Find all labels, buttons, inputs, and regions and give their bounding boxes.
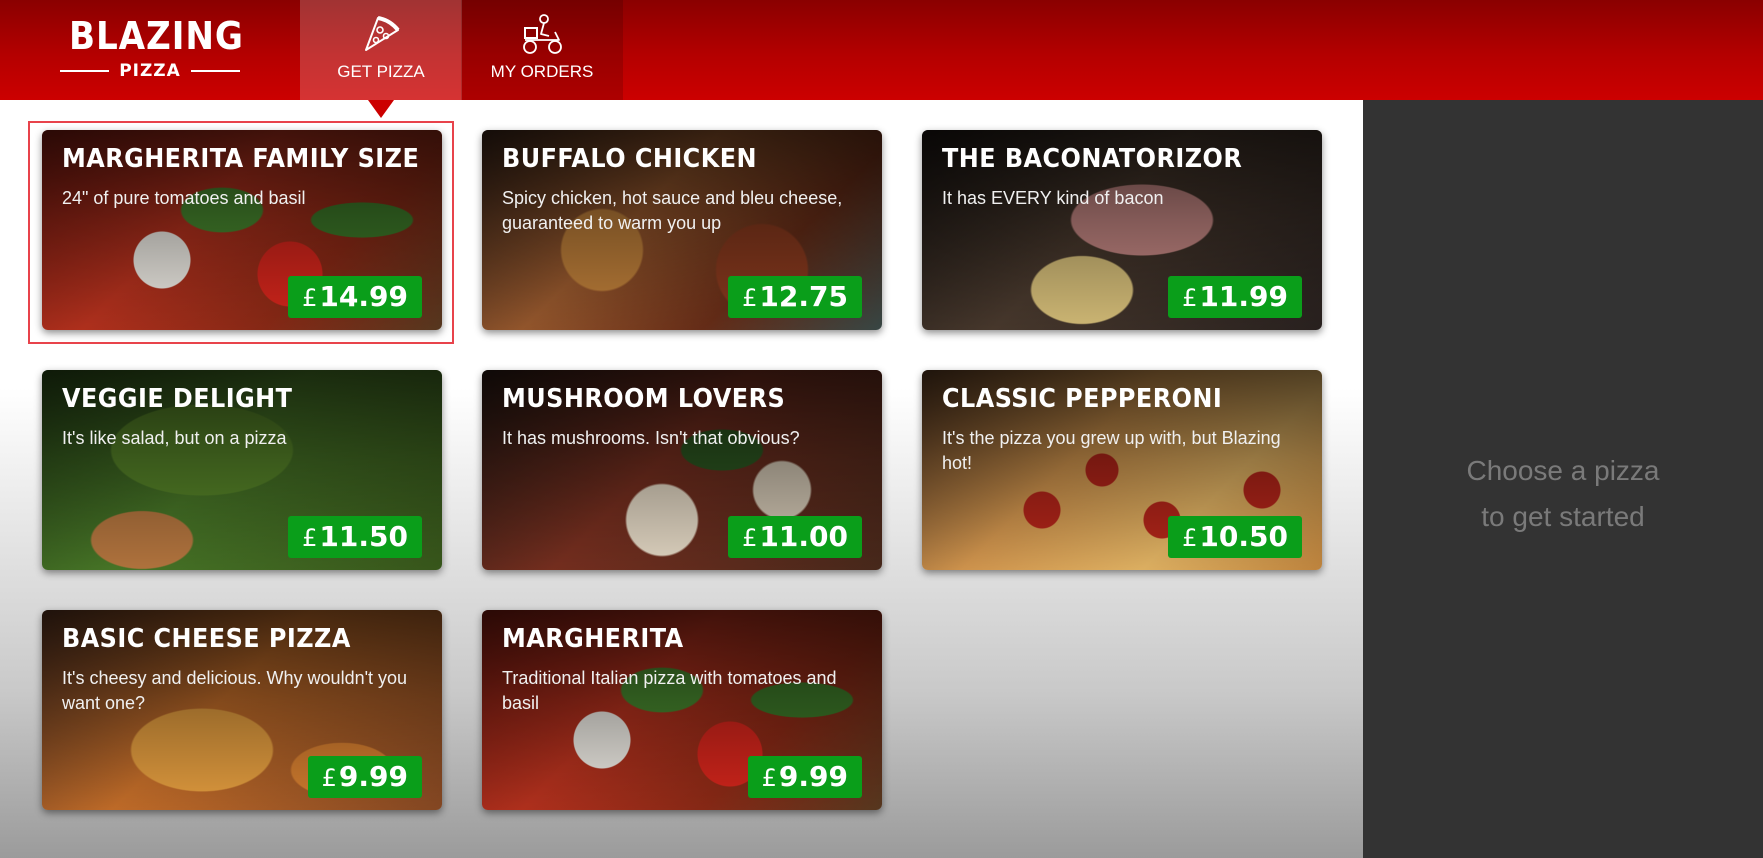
price-value: 14.99 [319, 280, 408, 313]
price-value: 11.99 [1199, 280, 1288, 313]
pizza-description: It's cheesy and delicious. Why wouldn't … [62, 668, 408, 713]
price-value: 9.99 [338, 760, 408, 793]
pizza-description: It's the pizza you grew up with, but Bla… [942, 428, 1281, 473]
pizza-name: THE BACONATORIZOR [942, 144, 1243, 174]
pizza-description: Traditional Italian pizza with tomatoes … [502, 668, 837, 713]
pizza-name: VEGGIE DELIGHT [62, 384, 293, 414]
price-badge: £11.50 [288, 516, 422, 558]
price-badge: £14.99 [288, 276, 422, 318]
pizza-slice-icon [365, 16, 400, 51]
price-badge: £9.99 [307, 756, 422, 798]
price-badge: £11.00 [728, 516, 862, 558]
pizza-description: It has mushrooms. Isn't that obvious? [502, 428, 800, 448]
pizza-card[interactable]: MARGHERITA Traditional Italian pizza wit… [482, 610, 882, 810]
pizza-name: BUFFALO CHICKEN [502, 144, 757, 174]
price-value: 9.99 [778, 760, 848, 793]
pizza-card[interactable]: THE BACONATORIZOR It has EVERY kind of b… [922, 130, 1322, 330]
currency-symbol: £ [742, 284, 758, 312]
price-value: 11.00 [759, 520, 848, 553]
empty-cart-line-1: Choose a pizza [1466, 455, 1660, 486]
active-tab-pointer [368, 100, 394, 118]
currency-symbol: £ [742, 524, 758, 552]
pizza-description: It's like salad, but on a pizza [62, 428, 287, 448]
currency-symbol: £ [1182, 524, 1198, 552]
tab-get-pizza-label: GET PIZZA [337, 62, 425, 81]
price-value: 11.50 [319, 520, 408, 553]
price-badge: £11.99 [1168, 276, 1302, 318]
pizza-card[interactable]: MUSHROOM LOVERS It has mushrooms. Isn't … [482, 370, 882, 570]
price-badge: £12.75 [728, 276, 862, 318]
top-bar: BLAZING PIZZA GET PIZZA MY ORDERS [0, 0, 1763, 100]
currency-symbol: £ [1182, 284, 1198, 312]
blazing-pizza-logo: BLAZING PIZZA [60, 14, 244, 84]
pizza-card[interactable]: BUFFALO CHICKEN Spicy chicken, hot sauce… [482, 130, 882, 330]
pizza-name: CLASSIC PEPPERONI [942, 384, 1223, 414]
tab-get-pizza[interactable]: GET PIZZA [300, 0, 462, 100]
pizza-name: MARGHERITA FAMILY SIZE [62, 144, 420, 174]
pizza-card[interactable]: BASIC CHEESE PIZZA It's cheesy and delic… [42, 610, 442, 810]
tab-my-orders[interactable]: MY ORDERS [461, 0, 623, 100]
empty-cart-message: Choose a pizza to get started [1363, 448, 1763, 540]
pizza-card[interactable]: CLASSIC PEPPERONI It's the pizza you gre… [922, 370, 1322, 570]
pizza-card[interactable]: VEGGIE DELIGHT It's like salad, but on a… [42, 370, 442, 570]
delivery-scooter-icon [523, 14, 562, 54]
currency-symbol: £ [761, 764, 777, 792]
currency-symbol: £ [302, 524, 318, 552]
currency-symbol: £ [321, 764, 337, 792]
pizza-name: MUSHROOM LOVERS [502, 384, 786, 414]
pizza-description: It has EVERY kind of bacon [942, 188, 1164, 208]
logo-subtitle: PIZZA [119, 61, 181, 81]
price-badge: £10.50 [1168, 516, 1302, 558]
currency-symbol: £ [302, 284, 318, 312]
pizza-description: Spicy chicken, hot sauce and bleu cheese… [502, 188, 843, 233]
pizza-description: 24" of pure tomatoes and basil [62, 188, 306, 208]
logo-title: BLAZING [69, 14, 244, 58]
empty-cart-line-2: to get started [1481, 501, 1645, 532]
pizza-card[interactable]: MARGHERITA FAMILY SIZE 24" of pure tomat… [42, 130, 442, 330]
price-badge: £9.99 [747, 756, 862, 798]
price-value: 12.75 [759, 280, 848, 313]
pizza-name: BASIC CHEESE PIZZA [62, 624, 351, 654]
tab-my-orders-label: MY ORDERS [490, 62, 594, 81]
order-sidebar: Choose a pizza to get started [1363, 100, 1763, 858]
price-value: 10.50 [1199, 520, 1288, 553]
pizza-name: MARGHERITA [502, 624, 684, 654]
